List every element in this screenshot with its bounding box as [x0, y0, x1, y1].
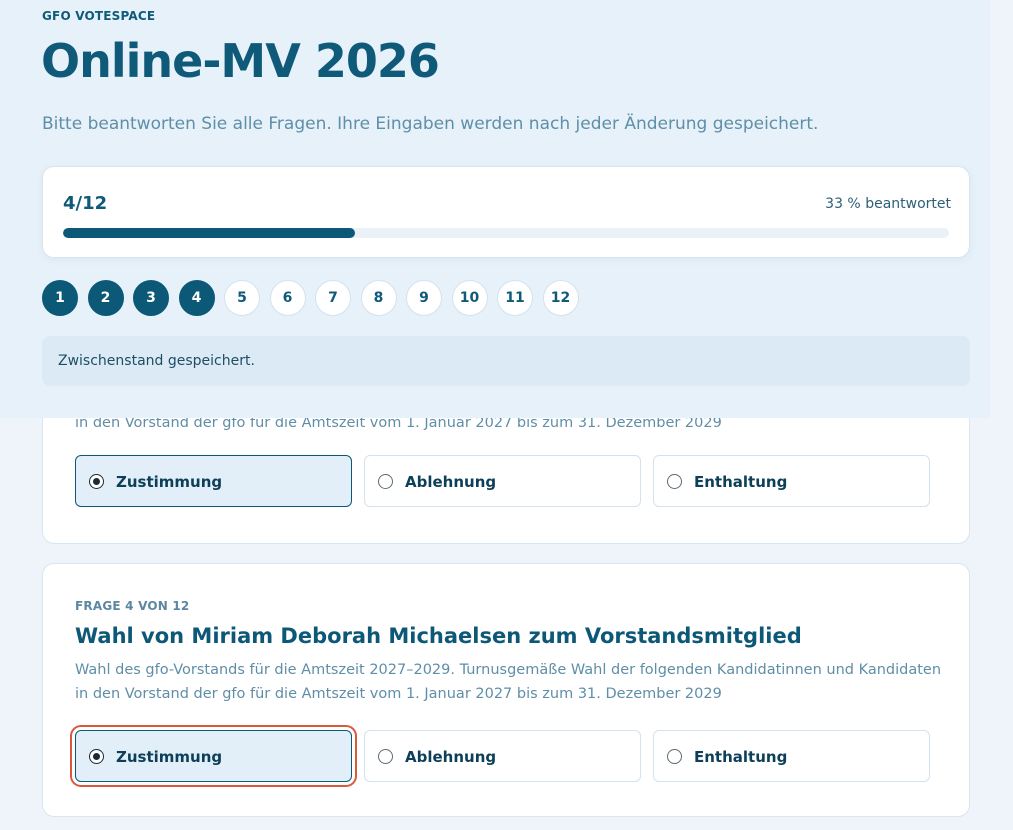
step-7[interactable]: 7: [315, 280, 351, 316]
page-subtitle: Bitte beantworten Sie alle Fragen. Ihre …: [42, 114, 819, 134]
answer-options: Zustimmung Ablehnung Enthaltung: [75, 455, 930, 507]
option-zustimmung[interactable]: Zustimmung: [75, 730, 352, 782]
radio-unchecked-icon: [378, 749, 393, 764]
question-title: Wahl von Miriam Deborah Michaelsen zum V…: [75, 624, 802, 648]
step-1[interactable]: 1: [42, 280, 78, 316]
progress-percent: 33 % beantwortet: [825, 196, 951, 212]
save-status-text: Zwischenstand gespeichert.: [58, 353, 255, 369]
step-5[interactable]: 5: [224, 280, 260, 316]
step-11[interactable]: 11: [497, 280, 533, 316]
radio-checked-icon: [89, 474, 104, 489]
option-enthaltung[interactable]: Enthaltung: [653, 730, 930, 782]
step-8[interactable]: 8: [360, 280, 397, 316]
question-description: Wahl des gfo-Vorstands für die Amtszeit …: [75, 658, 945, 706]
brand-label: GFO VOTESPACE: [42, 9, 156, 23]
progress-card: 4/12 33 % beantwortet: [42, 166, 970, 258]
option-ablehnung[interactable]: Ablehnung: [364, 730, 641, 782]
radio-unchecked-icon: [667, 474, 682, 489]
progress-count: 4/12: [63, 193, 108, 214]
option-label: Ablehnung: [405, 748, 497, 766]
question-stepper: 1 2 3 4 5 6 7 8 9 10 11 12: [42, 280, 579, 316]
step-9[interactable]: 9: [406, 280, 442, 316]
question-card-4: FRAGE 4 VON 12 Wahl von Miriam Deborah M…: [42, 563, 970, 817]
option-label: Enthaltung: [694, 748, 788, 766]
answer-options: Zustimmung Ablehnung Enthaltung: [75, 730, 930, 782]
option-zustimmung[interactable]: Zustimmung: [75, 455, 352, 507]
question-description-line: Wahl des gfo-Vorstands für die Amtszeit …: [75, 662, 942, 678]
option-label: Ablehnung: [405, 473, 497, 491]
page-title: Online-MV 2026: [41, 34, 440, 88]
radio-checked-icon: [89, 749, 104, 764]
save-status-banner: Zwischenstand gespeichert.: [42, 336, 970, 386]
question-description-line: in den Vorstand der gfo für die Amtszeit…: [75, 686, 722, 702]
option-enthaltung[interactable]: Enthaltung: [653, 455, 930, 507]
progress-bar-fill: [63, 228, 356, 238]
option-label: Zustimmung: [116, 473, 223, 491]
option-ablehnung[interactable]: Ablehnung: [364, 455, 641, 507]
radio-unchecked-icon: [378, 474, 393, 489]
step-3[interactable]: 3: [133, 280, 169, 316]
step-6[interactable]: 6: [269, 280, 306, 316]
page: in den Vorstand der gfo für die Amtszeit…: [0, 0, 1013, 830]
question-counter: FRAGE 4 VON 12: [75, 599, 190, 613]
radio-unchecked-icon: [667, 749, 682, 764]
progress-bar: [63, 228, 949, 238]
step-2[interactable]: 2: [87, 280, 124, 316]
sticky-header: GFO VOTESPACE Online-MV 2026 Bitte beant…: [0, 0, 990, 418]
step-4[interactable]: 4: [178, 280, 215, 316]
option-label: Enthaltung: [694, 473, 788, 491]
step-10[interactable]: 10: [451, 280, 488, 316]
step-12[interactable]: 12: [542, 280, 579, 316]
option-label: Zustimmung: [116, 748, 223, 766]
